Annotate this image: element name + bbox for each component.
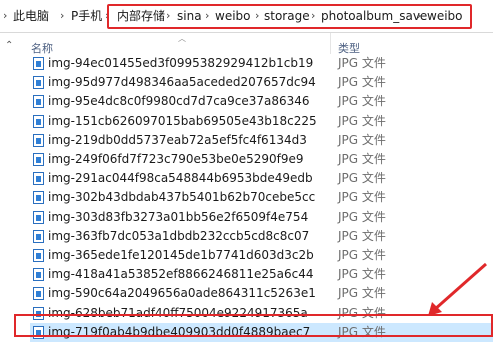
breadcrumb-separator: › (60, 9, 65, 22)
breadcrumb-separator: › (3, 9, 8, 22)
file-name: img-151cb626097015bab69505e43b18c225 (48, 113, 317, 128)
collapse-caret-icon[interactable]: ⌃ (5, 40, 13, 51)
file-name: img-590c64a2049656a0ade864311c5263e1 (48, 286, 316, 301)
jpg-file-icon (33, 229, 44, 243)
file-row[interactable]: img-95e4dc8c0f9980cd7d7ca9ce37a86346 JPG … (30, 92, 493, 111)
file-type: JPG 文件 (338, 248, 386, 262)
jpg-file-icon (33, 268, 44, 282)
file-row[interactable]: img-249f06fd7f723c790e53be0e5290f9e9 JPG … (30, 150, 493, 169)
file-type: JPG 文件 (338, 228, 386, 243)
jpg-file-icon (33, 249, 44, 262)
jpg-file-icon (33, 133, 44, 147)
file-row[interactable]: img-95d977d498346aa5aceded207657dc94 JPG … (30, 73, 493, 92)
file-row[interactable]: img-363fb7dc053a1dbdb232ccb5cd8c8c07 JPG … (30, 227, 493, 246)
breadcrumb-item-this-pc[interactable]: 此电脑 (13, 9, 49, 23)
column-header-row: ︿ 名称 类型 (0, 33, 493, 55)
file-row[interactable]: img-303d83fb3273a01bb56e2f6509f4e754 JPG … (30, 208, 493, 227)
file-type: JPG 文件 (338, 152, 386, 166)
jpg-file-icon (33, 191, 44, 205)
file-name: img-95e4dc8c0f9980cd7d7ca9ce37a86346 (48, 94, 310, 109)
jpg-file-icon (33, 57, 44, 70)
jpg-file-icon (33, 210, 44, 224)
arrow-shaft (433, 262, 487, 312)
breadcrumb-item-phone[interactable]: P手机 (71, 9, 102, 23)
jpg-file-icon (33, 95, 44, 109)
file-name: img-219db0dd5737eab72a5ef5fc4f6134d3 (48, 132, 307, 147)
jpg-file-icon (33, 287, 44, 301)
file-row[interactable]: img-219db0dd5737eab72a5ef5fc4f6134d3 JPG … (30, 131, 493, 150)
file-row[interactable]: img-291ac044f98ca548844b6953bde49edb JPG … (30, 169, 493, 188)
breadcrumb-highlight-box (107, 4, 472, 29)
file-type: JPG 文件 (338, 94, 386, 109)
file-name: img-363fb7dc053a1dbdb232ccb5cd8c8c07 (48, 228, 310, 243)
file-name: img-249f06fd7f723c790e53be0e5290f9e9 (48, 152, 304, 166)
sort-ascending-icon: ︿ (178, 34, 186, 43)
file-name: img-94ec01455ed3f0995382929412b1cb19 (48, 56, 314, 70)
file-name: img-303d83fb3273a01bb56e2f6509f4e754 (48, 209, 309, 224)
file-type: JPG 文件 (338, 286, 386, 301)
address-bar[interactable]: › 此电脑 › P手机 › 内部存储 › sina › weibo › stor… (0, 0, 493, 33)
file-type: JPG 文件 (338, 209, 386, 224)
file-type: JPG 文件 (338, 56, 386, 70)
jpg-file-icon (33, 114, 44, 128)
file-name: img-291ac044f98ca548844b6953bde49edb (48, 171, 313, 186)
column-divider[interactable] (330, 33, 331, 54)
file-type: JPG 文件 (338, 132, 386, 147)
file-name: img-418a41a53852ef8866246811e25a6c44 (48, 267, 314, 282)
file-name: img-95d977d498346aa5aceded207657dc94 (48, 75, 316, 90)
file-row[interactable]: img-151cb626097015bab69505e43b18c225 JPG … (30, 112, 493, 131)
file-type: JPG 文件 (338, 75, 386, 90)
file-name: img-365ede1fe120145de1b7741d603d3c2b (48, 248, 314, 262)
file-type: JPG 文件 (338, 267, 386, 282)
file-row[interactable]: img-302b43dbdab437b5401b62b70cebe5cc JPG … (30, 188, 493, 207)
jpg-file-icon (33, 76, 44, 90)
jpg-file-icon (33, 153, 44, 166)
file-type: JPG 文件 (338, 190, 386, 205)
red-arrow-annotation (428, 262, 487, 316)
file-type: JPG 文件 (338, 113, 386, 128)
jpg-file-icon (33, 172, 44, 186)
file-row[interactable]: img-94ec01455ed3f0995382929412b1cb19 JPG … (30, 54, 493, 73)
file-type: JPG 文件 (338, 171, 386, 186)
file-name: img-302b43dbdab437b5401b62b70cebe5cc (48, 190, 316, 205)
